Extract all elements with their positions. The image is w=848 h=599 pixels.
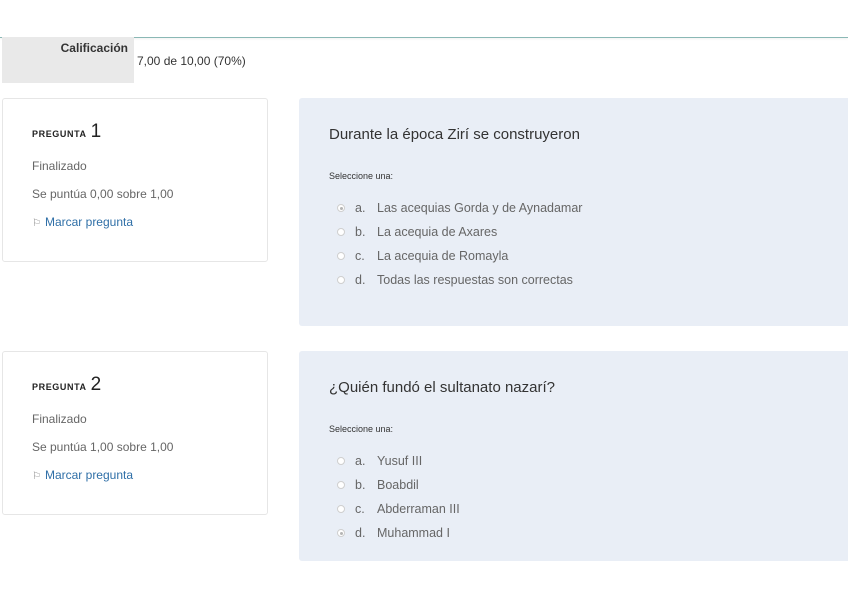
answer-text: Todas las respuestas son correctas: [377, 273, 573, 287]
question-number: 2: [90, 374, 102, 395]
question-grade: Se puntúa 1,00 sobre 1,00: [32, 440, 174, 454]
grade-value: 7,00 de 10,00 (70%): [137, 54, 246, 68]
question-content-2: ¿Quién fundó el sultanato nazarí? Selecc…: [299, 351, 848, 561]
question-grade: Se puntúa 0,00 sobre 1,00: [32, 187, 174, 201]
grade-label-cell: Calificación: [2, 37, 134, 83]
question-state: Finalizado: [32, 159, 87, 173]
question-text: ¿Quién fundó el sultanato nazarí?: [329, 379, 555, 396]
question-number: 1: [90, 121, 102, 142]
answer-option-c[interactable]: c. Abderraman III: [337, 497, 460, 521]
question-title-label: Pregunta: [32, 125, 87, 140]
answer-text: La acequia de Axares: [377, 225, 498, 239]
flag-question-label: Marcar pregunta: [44, 215, 134, 229]
answer-text: Muhammad I: [377, 526, 450, 540]
answer-option-a[interactable]: a. Las acequias Gorda y de Aynadamar: [337, 196, 582, 220]
answer-option-d[interactable]: d. Muhammad I: [337, 521, 460, 545]
answer-list: a. Las acequias Gorda y de Aynadamar b. …: [337, 196, 582, 292]
answer-letter: a.: [355, 454, 366, 468]
answer-option-b[interactable]: b. La acequia de Axares: [337, 220, 582, 244]
answer-text: Abderraman III: [377, 502, 460, 516]
question-info-card-2: Pregunta 2 Finalizado Se puntúa 1,00 sobr…: [2, 351, 268, 515]
answer-option-d[interactable]: d. Todas las respuestas son correctas: [337, 268, 582, 292]
question-state: Finalizado: [32, 412, 87, 426]
radio-icon[interactable]: [337, 457, 345, 465]
radio-icon[interactable]: [337, 276, 345, 284]
answer-letter: c.: [355, 249, 365, 263]
grade-label: Calificación: [60, 41, 128, 55]
answer-letter: d.: [355, 526, 366, 540]
radio-icon[interactable]: [337, 505, 345, 513]
radio-icon[interactable]: [337, 228, 345, 236]
answer-text: La acequia de Romayla: [377, 249, 509, 263]
answer-letter: c.: [355, 502, 365, 516]
top-bar: [0, 0, 848, 38]
flag-icon: ⚐: [32, 218, 41, 229]
answer-letter: a.: [355, 201, 366, 215]
answer-list: a. Yusuf III b. Boabdil c. Abderraman II…: [337, 449, 460, 545]
question-title: Pregunta 2: [32, 374, 102, 396]
answer-text: Las acequias Gorda y de Aynadamar: [377, 201, 583, 215]
answer-letter: d.: [355, 273, 366, 287]
flag-question-link[interactable]: ⚐ Marcar pregunta: [32, 468, 133, 482]
answer-text: Boabdil: [377, 478, 419, 492]
radio-icon[interactable]: [337, 252, 345, 260]
radio-icon[interactable]: [337, 204, 345, 212]
quiz-review-page: Calificación 7,00 de 10,00 (70%) Pregunt…: [0, 0, 848, 599]
question-info-card-1: Pregunta 1 Finalizado Se puntúa 0,00 sobr…: [2, 98, 268, 262]
question-title: Pregunta 1: [32, 121, 102, 143]
answer-option-a[interactable]: a. Yusuf III: [337, 449, 460, 473]
answer-option-c[interactable]: c. La acequia de Romayla: [337, 244, 582, 268]
question-text: Durante la época Zirí se construyeron: [329, 126, 580, 143]
answer-prompt: Seleccione una:: [329, 424, 394, 434]
flag-question-label: Marcar pregunta: [44, 468, 134, 482]
question-content-1: Durante la época Zirí se construyeron Se…: [299, 98, 848, 326]
question-title-label: Pregunta: [32, 378, 87, 393]
flag-icon: ⚐: [32, 471, 41, 482]
answer-letter: b.: [355, 478, 366, 492]
answer-option-b[interactable]: b. Boabdil: [337, 473, 460, 497]
radio-icon[interactable]: [337, 529, 345, 537]
answer-prompt: Seleccione una:: [329, 171, 394, 181]
answer-letter: b.: [355, 225, 366, 239]
answer-text: Yusuf III: [377, 454, 423, 468]
radio-icon[interactable]: [337, 481, 345, 489]
flag-question-link[interactable]: ⚐ Marcar pregunta: [32, 215, 133, 229]
